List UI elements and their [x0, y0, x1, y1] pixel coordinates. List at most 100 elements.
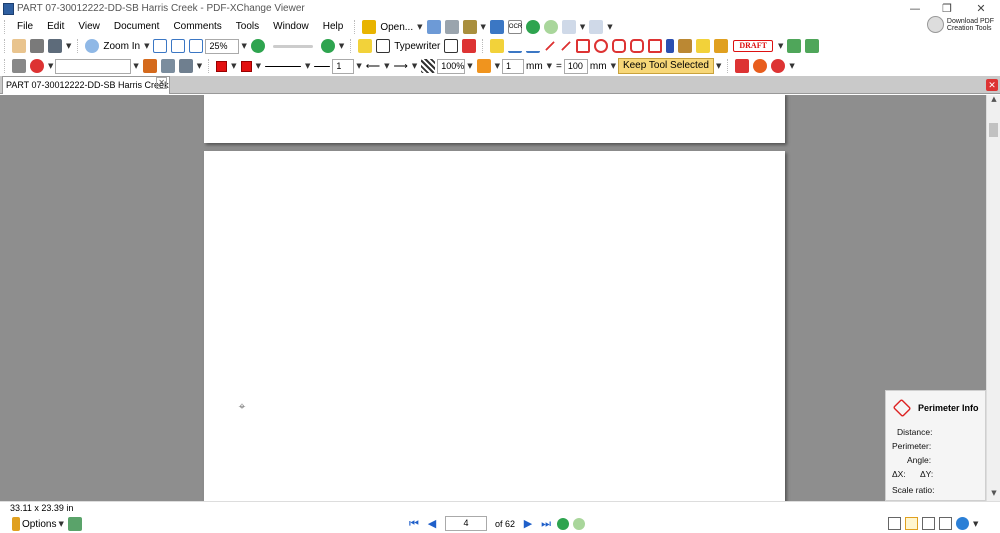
no-sign-dropdown-icon[interactable]: ▼: [48, 62, 53, 70]
pin-icon[interactable]: [666, 39, 675, 53]
toolbar-grip[interactable]: [350, 39, 354, 53]
toolbar-grip[interactable]: [77, 39, 81, 53]
pencil-tool-icon[interactable]: [735, 59, 750, 73]
next-page-icon[interactable]: ▶: [522, 517, 534, 530]
measure-distance-icon[interactable]: [142, 59, 157, 73]
line-start-dropdown-icon[interactable]: ▼: [384, 62, 389, 70]
menu-help[interactable]: Help: [316, 18, 351, 36]
document-tab[interactable]: PART 07-30012222-DD-SB Harris Creek ✕: [2, 76, 170, 94]
open-button-label[interactable]: Open...: [380, 22, 413, 33]
no-sign-icon[interactable]: [30, 59, 44, 73]
toolbar-grip[interactable]: [727, 59, 731, 73]
menu-comments[interactable]: Comments: [166, 18, 228, 36]
pencil-icon[interactable]: [678, 39, 693, 53]
redo-icon[interactable]: [589, 20, 604, 34]
spacing-field[interactable]: 1: [501, 58, 524, 74]
link-tool-icon[interactable]: [12, 59, 26, 73]
opacity-dropdown-icon[interactable]: ▼: [467, 62, 472, 70]
measure-perimeter-icon[interactable]: [178, 59, 193, 73]
line-end-dropdown-icon[interactable]: ▼: [412, 62, 417, 70]
stroke-color-swatch[interactable]: [240, 60, 252, 72]
export-icon[interactable]: [462, 20, 477, 34]
menu-view[interactable]: View: [71, 18, 107, 36]
save-icon[interactable]: [426, 20, 441, 34]
page-number-input[interactable]: 4: [445, 516, 487, 531]
arrow-tool-icon[interactable]: [545, 41, 556, 51]
cloud-tool-icon[interactable]: [630, 39, 645, 53]
comment-icon[interactable]: [358, 39, 373, 53]
settings-icon[interactable]: [771, 59, 786, 73]
highlight-text-icon[interactable]: [490, 39, 505, 53]
first-page-icon[interactable]: ⏮: [408, 517, 420, 530]
minimize-button[interactable]: —: [900, 0, 930, 18]
undo-icon[interactable]: [561, 20, 576, 34]
stamp-dropdown-icon[interactable]: ▼: [778, 42, 783, 50]
print-icon[interactable]: [444, 20, 459, 34]
previous-page-icon[interactable]: ◀: [426, 517, 438, 530]
scale-field[interactable]: 100: [563, 58, 588, 74]
vertical-scrollbar[interactable]: ▲ ▼: [986, 95, 1000, 501]
underline-icon[interactable]: [526, 39, 541, 53]
line-weight-icon[interactable]: [314, 65, 331, 67]
close-all-icon[interactable]: ✕: [986, 79, 998, 91]
oval-tool-icon[interactable]: [594, 39, 609, 53]
menu-window[interactable]: Window: [266, 18, 316, 36]
back-icon[interactable]: [525, 20, 540, 34]
line-end-icon[interactable]: ⟶: [393, 61, 407, 72]
actual-size-icon[interactable]: [153, 39, 168, 53]
typewriter-label[interactable]: Typewriter: [394, 41, 440, 52]
layout-options-icon[interactable]: [956, 517, 969, 530]
measure-angle-icon[interactable]: [753, 59, 768, 73]
scan-icon[interactable]: [489, 20, 504, 34]
zoom-plus-dropdown-icon[interactable]: ▼: [339, 42, 344, 50]
settings-dropdown-icon[interactable]: ▼: [789, 62, 794, 70]
pdf-page-3[interactable]: [204, 95, 785, 143]
zoom-in-icon[interactable]: [85, 39, 100, 53]
draft-stamp[interactable]: DRAFT: [733, 40, 773, 52]
plugin-icon[interactable]: [67, 517, 82, 531]
download-pdf-tools[interactable]: Download PDF Creation Tools: [926, 16, 994, 33]
line-width-field[interactable]: 1: [332, 58, 355, 74]
zoom-level-dropdown-icon[interactable]: ▼: [241, 42, 246, 50]
keep-tool-dropdown-icon[interactable]: ▼: [716, 62, 721, 70]
zoom-slider[interactable]: [272, 44, 313, 48]
toolbar-grip[interactable]: [208, 59, 212, 73]
last-page-icon[interactable]: ⏭: [540, 517, 552, 530]
fit-page-icon[interactable]: [171, 39, 186, 53]
export-dropdown-icon[interactable]: ▼: [481, 23, 486, 31]
strikeout-icon[interactable]: [508, 39, 523, 53]
line-start-icon[interactable]: ⟵: [366, 61, 380, 72]
keep-tool-selected-button[interactable]: Keep Tool Selected: [617, 58, 714, 74]
scroll-thumb[interactable]: [989, 123, 998, 137]
fit-width-icon[interactable]: [189, 39, 204, 53]
textbox-icon[interactable]: [444, 39, 459, 53]
polyline-tool-icon[interactable]: [648, 39, 663, 53]
callout-icon[interactable]: [462, 39, 477, 53]
rectangle-tool-icon[interactable]: [576, 39, 591, 53]
hand-tool-icon[interactable]: [12, 39, 26, 53]
shape-style-dropdown-icon[interactable]: ▼: [495, 62, 500, 70]
unit-dropdown-icon-1[interactable]: ▼: [547, 62, 552, 70]
opacity-field[interactable]: 100%: [437, 58, 466, 74]
measure-dropdown-icon[interactable]: ▼: [197, 62, 202, 70]
shape-style-icon[interactable]: [476, 59, 491, 73]
menu-edit[interactable]: Edit: [40, 18, 71, 36]
toolbar-grip[interactable]: [354, 20, 358, 34]
document-workspace[interactable]: ⌖: [0, 95, 986, 501]
eraser-icon[interactable]: [696, 39, 711, 53]
nav-forward-icon[interactable]: [573, 517, 586, 530]
select-text-icon[interactable]: [30, 39, 44, 53]
line-style-dropdown-icon[interactable]: ▼: [305, 62, 310, 70]
fill-color-dropdown-icon[interactable]: ▼: [231, 62, 236, 70]
stroke-color-dropdown-icon[interactable]: ▼: [256, 62, 261, 70]
zoom-out-icon[interactable]: [250, 39, 265, 53]
font-field[interactable]: [55, 58, 132, 74]
zoom-dropdown-icon[interactable]: ▼: [144, 42, 149, 50]
fill-color-swatch[interactable]: [216, 60, 228, 72]
font-dropdown-icon[interactable]: ▼: [133, 62, 138, 70]
menu-tools[interactable]: Tools: [229, 18, 266, 36]
tab-close-icon[interactable]: ✕: [156, 77, 167, 89]
open-folder-icon[interactable]: [362, 20, 377, 34]
facing-view-icon[interactable]: [922, 517, 935, 530]
toolbar-grip[interactable]: [4, 39, 8, 53]
